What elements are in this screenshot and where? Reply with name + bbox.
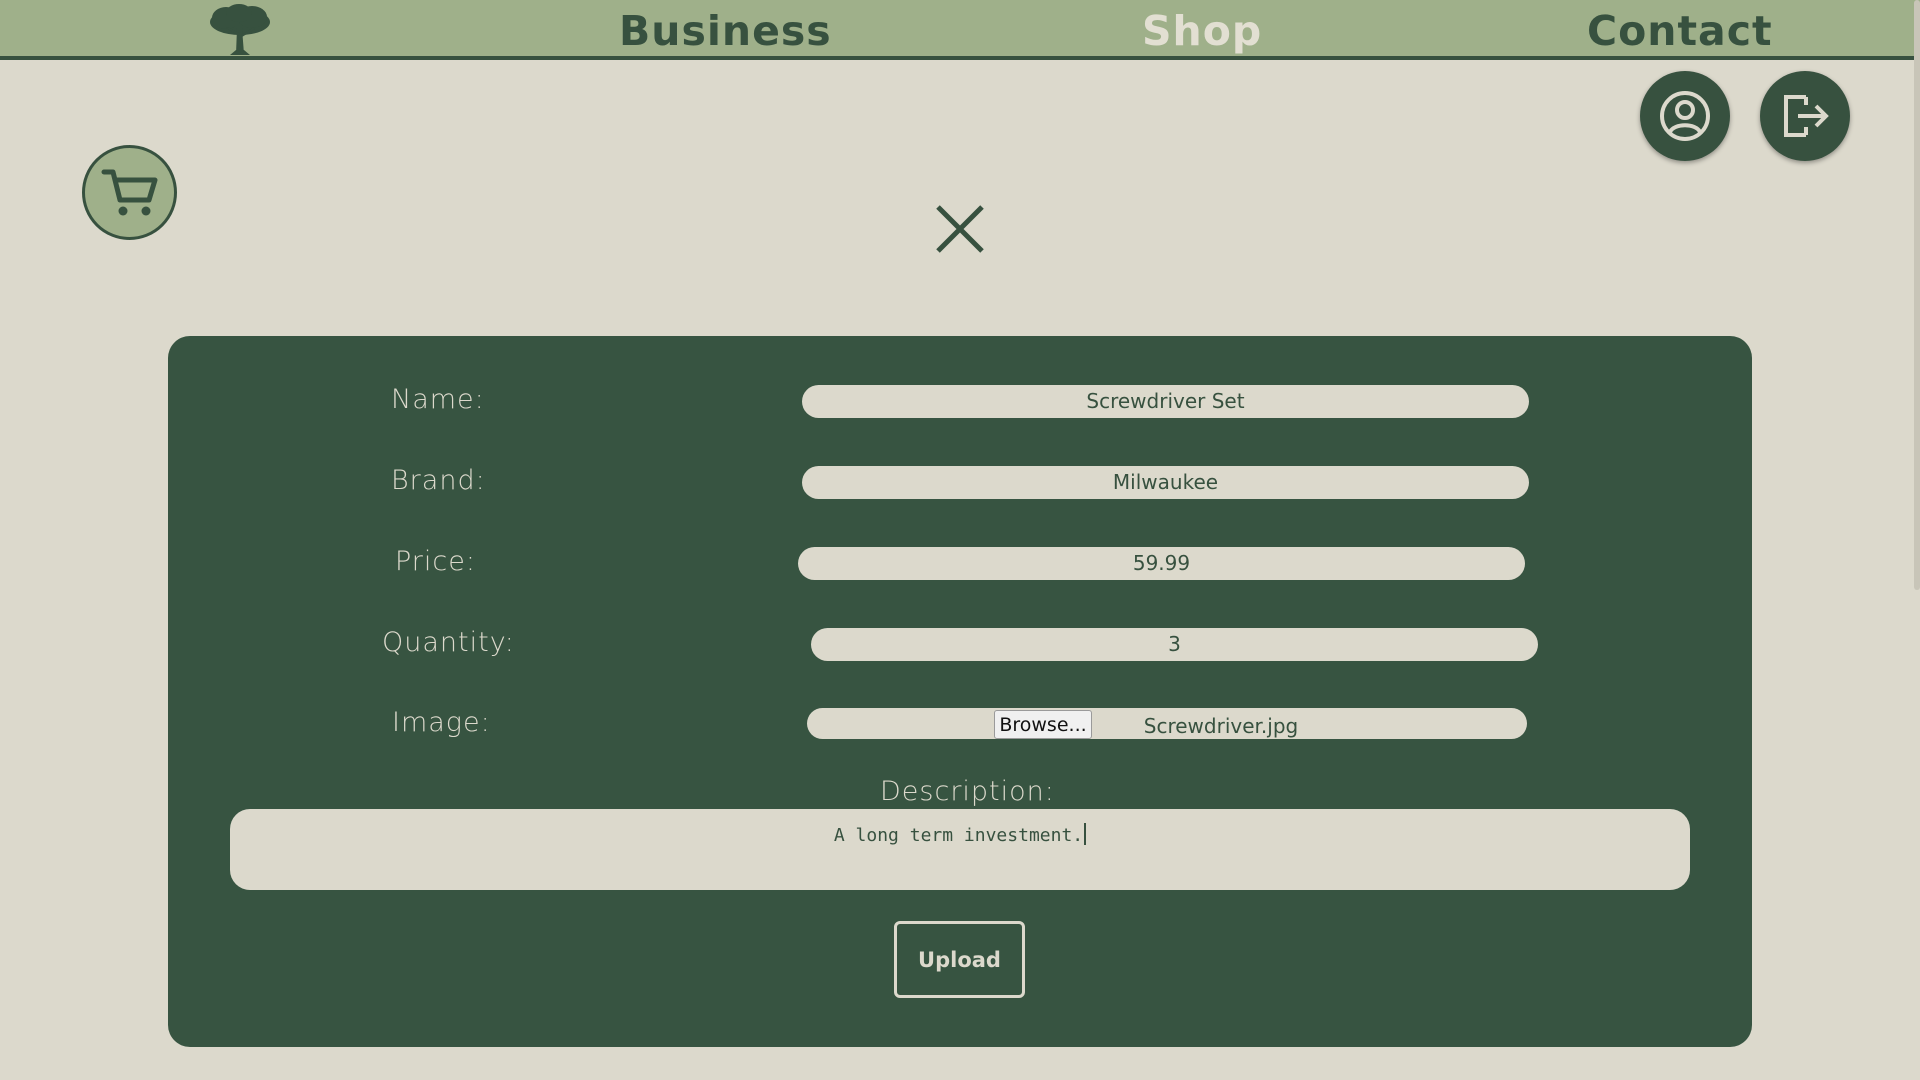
price-label: Price: xyxy=(395,546,476,577)
description-text: A long term investment. xyxy=(833,825,1084,846)
description-textarea[interactable]: A long term investment. xyxy=(230,809,1690,890)
upload-button[interactable]: Upload xyxy=(894,921,1025,998)
quantity-label: Quantity: xyxy=(382,627,515,658)
image-label: Image: xyxy=(392,707,491,738)
name-label: Name: xyxy=(391,384,485,415)
text-caret xyxy=(1084,823,1087,845)
selected-file-name: Screwdriver.jpg xyxy=(1143,714,1299,738)
description-label: Description: xyxy=(880,776,1055,807)
browse-button[interactable]: Browse... xyxy=(994,710,1092,739)
logout-button[interactable] xyxy=(1760,71,1850,161)
profile-button[interactable] xyxy=(1640,71,1730,161)
tree-icon[interactable] xyxy=(206,4,274,56)
user-circle-icon xyxy=(1660,91,1710,141)
price-input[interactable]: 59.99 xyxy=(798,547,1525,580)
quantity-input[interactable]: 3 xyxy=(811,628,1538,661)
page-scrollbar[interactable] xyxy=(1914,0,1920,590)
logout-icon xyxy=(1784,95,1829,137)
name-input[interactable]: Screwdriver Set xyxy=(802,385,1529,418)
top-navbar: Business Shop Contact xyxy=(0,0,1920,60)
brand-label: Brand: xyxy=(391,465,486,496)
nav-shop-link[interactable]: Shop xyxy=(1142,6,1262,56)
cart-button[interactable] xyxy=(82,145,177,240)
shopping-cart-icon xyxy=(101,169,157,215)
nav-business-link[interactable]: Business xyxy=(619,6,832,56)
nav-contact-link[interactable]: Contact xyxy=(1587,6,1773,56)
close-icon[interactable] xyxy=(934,203,986,255)
brand-input[interactable]: Milwaukee xyxy=(802,466,1529,499)
